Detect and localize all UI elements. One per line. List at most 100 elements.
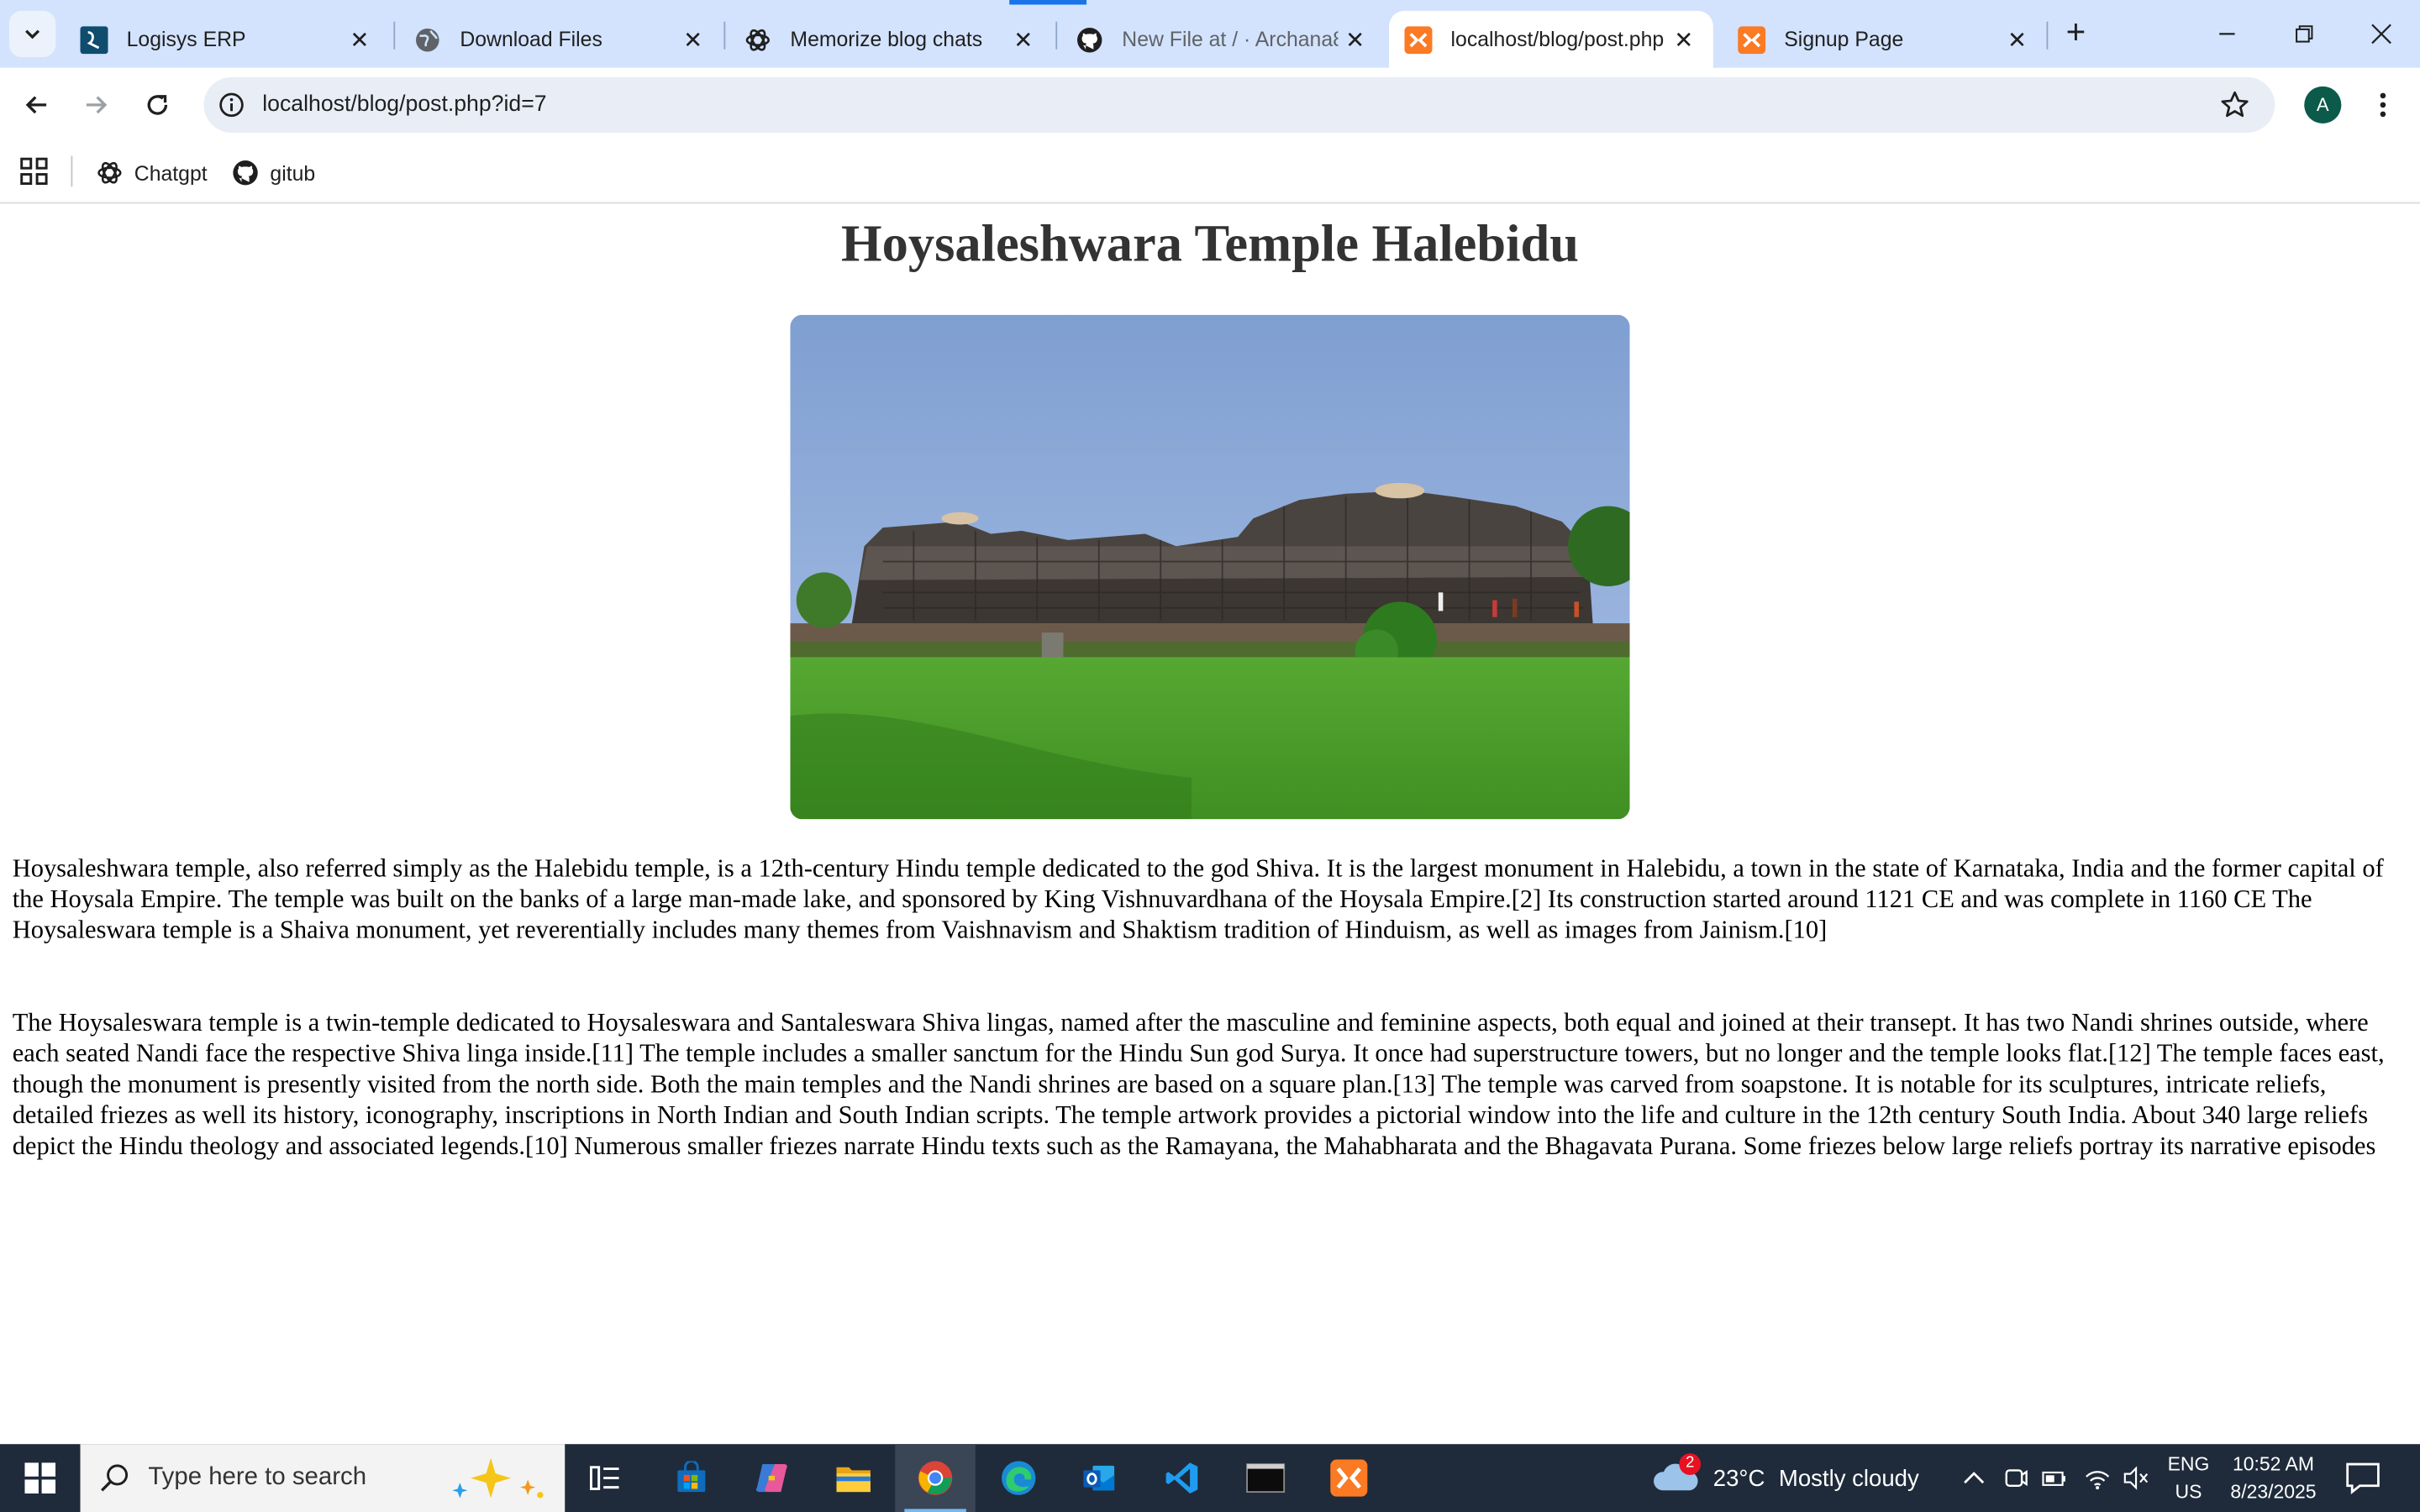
- post-paragraph: Hoysaleshwara temple, also referred simp…: [12, 853, 2384, 945]
- github-icon: [1076, 25, 1103, 53]
- browser-menu-button[interactable]: [2365, 83, 2402, 126]
- reload-icon: [147, 95, 168, 115]
- tab-title: Memorize blog chats: [790, 28, 983, 51]
- back-button[interactable]: [15, 83, 58, 126]
- post-title: Hoysaleshwara Temple Halebidu: [841, 216, 1579, 274]
- cloud-icon: 2: [1651, 1453, 1702, 1497]
- edge-taskbar-button[interactable]: [978, 1444, 1059, 1512]
- clock-time: 10:52 AM: [2232, 1453, 2315, 1475]
- tab-loading-indicator: [1009, 0, 1087, 5]
- close-icon[interactable]: ✕: [676, 23, 709, 56]
- new-tab-button[interactable]: +: [2056, 13, 2096, 53]
- copilot-sparkle-icon: [452, 1457, 544, 1499]
- tab-strip: Logisys ERP ✕ Download Files ✕ Memorize …: [0, 0, 2420, 68]
- weather-badge: 2: [1679, 1453, 1702, 1475]
- system-clock[interactable]: 10:52 AM 8/23/2025: [2217, 1451, 2331, 1506]
- reload-button[interactable]: [136, 83, 179, 126]
- copilot-app-button[interactable]: [732, 1444, 813, 1512]
- address-bar[interactable]: localhost/blog/post.php?id=7: [203, 76, 2275, 133]
- tab-title: Download Files: [460, 28, 602, 51]
- tab-memorize-blog-chats[interactable]: Memorize blog chats ✕: [723, 11, 1053, 68]
- close-icon: [2371, 24, 2391, 45]
- copilot-icon: [756, 1464, 787, 1493]
- forward-button[interactable]: [74, 83, 117, 126]
- site-info-icon[interactable]: [216, 90, 247, 121]
- arrow-left-icon: [25, 96, 47, 114]
- bookmarks-bar: Chatgpt gitub: [0, 141, 2420, 204]
- bookmark-star-icon[interactable]: [2217, 87, 2254, 123]
- close-icon[interactable]: ✕: [343, 23, 376, 56]
- wifi-icon[interactable]: [2084, 1462, 2112, 1494]
- tab-localhost-post[interactable]: localhost/blog/post.php ✕: [1389, 10, 1713, 68]
- vscode-icon: [1165, 1462, 1198, 1494]
- store-icon: [677, 1461, 706, 1493]
- url-text[interactable]: localhost/blog/post.php?id=7: [262, 92, 2216, 117]
- start-button[interactable]: [0, 1444, 81, 1512]
- terminal-taskbar-button[interactable]: [1225, 1444, 1306, 1512]
- bookmark-gitub[interactable]: gitub: [232, 153, 315, 193]
- tab-signup-page[interactable]: Signup Page ✕: [1716, 11, 2046, 68]
- arrow-right-icon: [86, 96, 108, 114]
- xampp-taskbar-button[interactable]: [1309, 1444, 1390, 1512]
- close-icon[interactable]: ✕: [1667, 23, 1701, 56]
- microsoft-store-button[interactable]: [651, 1444, 732, 1512]
- chevron-up-icon: [1964, 1472, 1985, 1484]
- window-close-button[interactable]: [2343, 0, 2420, 68]
- tab-download-files[interactable]: Download Files ✕: [392, 11, 723, 68]
- bookmark-label: Chatgpt: [134, 160, 208, 185]
- terminal-icon: [1246, 1463, 1286, 1494]
- taskbar-search-box[interactable]: Type here to search: [80, 1444, 566, 1512]
- github-icon: [232, 159, 260, 186]
- chrome-taskbar-button[interactable]: [895, 1444, 976, 1512]
- show-hidden-icons-button[interactable]: [1960, 1462, 1988, 1494]
- edge-icon: [1002, 1461, 1036, 1495]
- outlook-icon: [1083, 1465, 1115, 1491]
- search-placeholder: Type here to search: [148, 1464, 367, 1491]
- page-content: Hoysaleshwara Temple Halebidu Hoysaleshw…: [0, 203, 2420, 1445]
- xampp-icon: [1330, 1459, 1368, 1497]
- task-view-button[interactable]: [565, 1444, 645, 1512]
- minimize-icon: [2219, 33, 2235, 35]
- tab-title: Signup Page: [1784, 28, 1904, 51]
- post-paragraph: The Hoysaleswara temple is a twin-temple…: [12, 1007, 2385, 1161]
- restore-icon: [2296, 25, 2313, 43]
- battery-icon[interactable]: [2040, 1462, 2068, 1494]
- minimize-button[interactable]: [2188, 0, 2265, 68]
- folder-icon: [836, 1467, 871, 1493]
- meet-now-icon[interactable]: [2002, 1462, 2029, 1494]
- close-icon[interactable]: ✕: [1338, 23, 1371, 56]
- tab-search-button[interactable]: [9, 10, 56, 57]
- xampp-icon: [1404, 25, 1433, 54]
- file-explorer-button[interactable]: [813, 1444, 894, 1512]
- input-language-indicator[interactable]: ENG US: [2160, 1451, 2216, 1506]
- tab-title: New File at / · Archana8: [1122, 28, 1339, 51]
- tab-github-new-file[interactable]: New File at / · Archana8 ✕: [1054, 11, 1384, 68]
- vscode-taskbar-button[interactable]: [1142, 1444, 1223, 1512]
- more-vertical-icon: [2380, 92, 2386, 118]
- outlook-taskbar-button[interactable]: [1059, 1444, 1139, 1512]
- task-view-icon: [590, 1466, 619, 1490]
- region-code: US: [2175, 1481, 2202, 1503]
- chatgpt-icon: [96, 159, 124, 186]
- tab-title: Logisys ERP: [126, 28, 246, 51]
- windows-logo-icon: [24, 1462, 56, 1494]
- tab-title: localhost/blog/post.php: [1450, 28, 1665, 51]
- clock-date: 8/23/2025: [2230, 1481, 2317, 1503]
- notification-icon: [2346, 1462, 2380, 1494]
- bookmark-divider: [71, 155, 73, 187]
- profile-avatar[interactable]: A: [2304, 86, 2342, 123]
- weather-condition: Mostly cloudy: [1778, 1464, 1919, 1492]
- post-image: [790, 314, 1630, 820]
- apps-grid-icon[interactable]: [18, 156, 50, 187]
- language-code: ENG: [2167, 1453, 2210, 1475]
- xampp-icon: [1738, 25, 1766, 54]
- restore-button[interactable]: [2265, 0, 2343, 68]
- close-icon[interactable]: ✕: [2000, 23, 2033, 56]
- tab-logisys-erp[interactable]: Logisys ERP ✕: [59, 11, 389, 68]
- bookmark-chatgpt[interactable]: Chatgpt: [96, 153, 208, 193]
- weather-widget[interactable]: 2 23°C Mostly cloudy: [1651, 1444, 1919, 1512]
- close-icon[interactable]: ✕: [1007, 23, 1040, 56]
- chatgpt-icon: [744, 25, 771, 53]
- volume-muted-icon[interactable]: [2123, 1462, 2150, 1494]
- notification-center-button[interactable]: [2343, 1460, 2383, 1497]
